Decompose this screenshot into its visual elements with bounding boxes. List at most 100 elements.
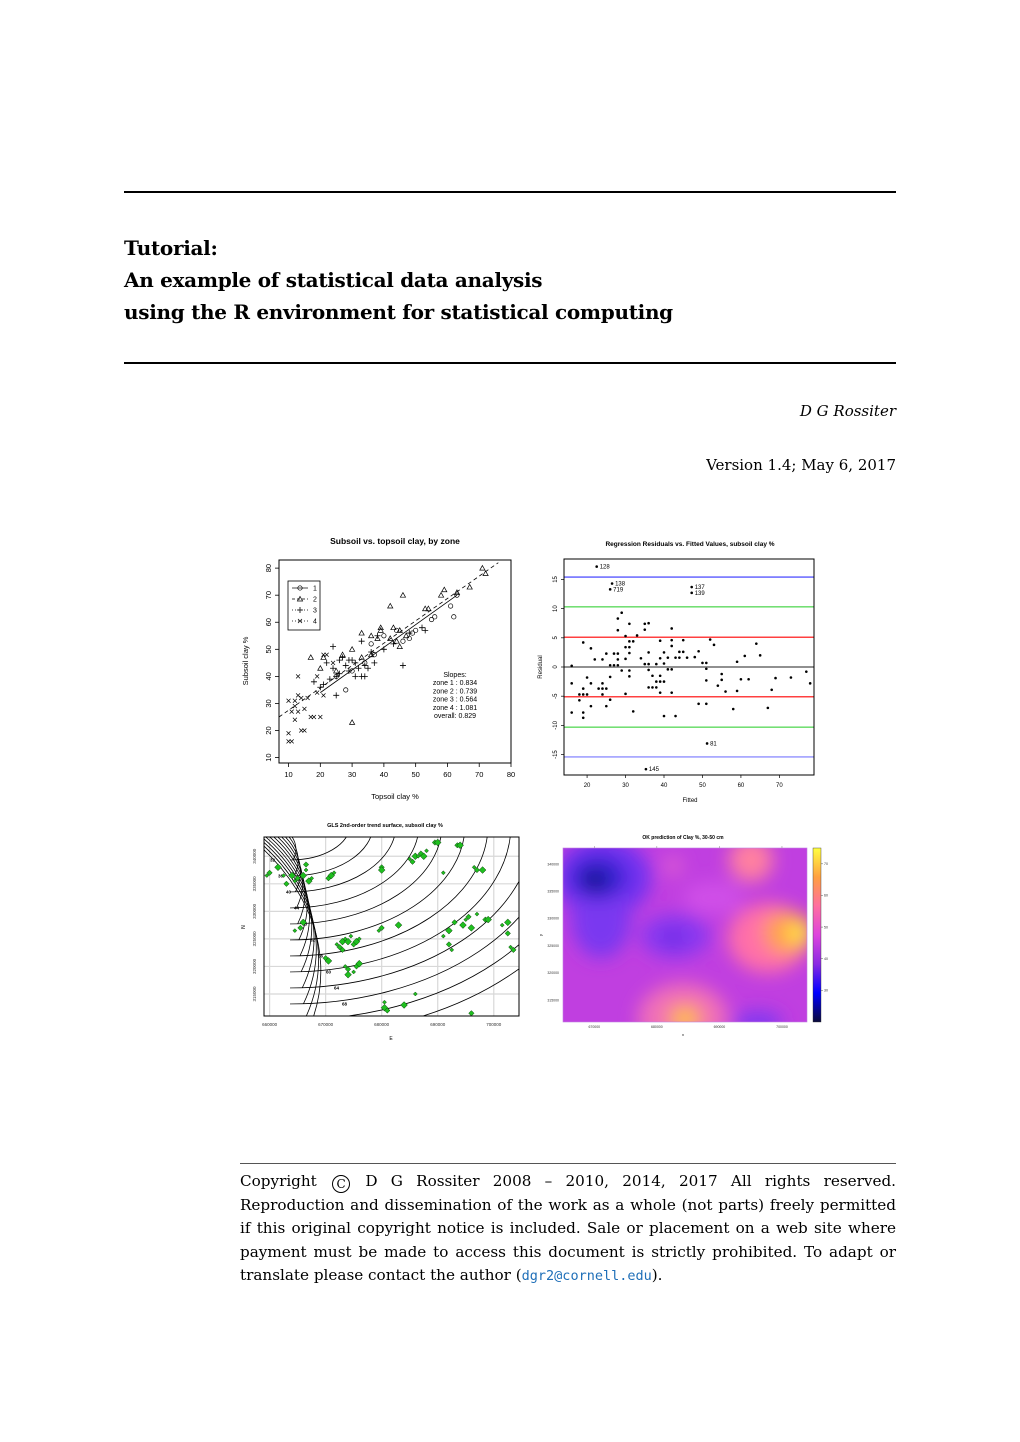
copyright-text-end: ). [651, 1266, 663, 1284]
legend-label: 3 [313, 608, 317, 615]
point-triangle [348, 719, 356, 725]
slopes-annotation: Slopes: [443, 672, 466, 679]
residual-point [624, 692, 627, 696]
residual-point [578, 698, 581, 702]
mid-region [683, 882, 743, 914]
residual-point [735, 689, 739, 693]
residual-point [678, 650, 681, 654]
point-plus [380, 646, 387, 653]
y-tick-label: 320000 [547, 971, 559, 975]
residual-point [589, 704, 593, 708]
sample-point [499, 922, 505, 928]
residual-point [674, 714, 677, 718]
residual-point [770, 688, 773, 692]
residual-point [593, 658, 597, 661]
residual-point [601, 658, 604, 661]
point-x [324, 652, 329, 657]
residual-point [720, 678, 723, 682]
point-triangle [387, 602, 394, 609]
point-x [330, 660, 336, 666]
residual-point [674, 656, 677, 659]
residual-point [616, 652, 620, 655]
y-tick-label: 20 [264, 726, 273, 734]
low-core [585, 872, 605, 888]
residual-point [624, 645, 627, 649]
point-triangle [387, 635, 394, 641]
residual-point [578, 693, 581, 696]
point-triangle [399, 591, 407, 598]
x-tick-label: 680000 [374, 1022, 390, 1027]
sample-point [504, 918, 512, 927]
residual-point [651, 686, 654, 689]
residual-point [624, 657, 627, 661]
mid-region [664, 857, 682, 875]
residual-point [712, 643, 716, 647]
point-triangle [358, 629, 365, 636]
sample-point [478, 866, 487, 874]
sample-point [440, 933, 446, 939]
residual-point [655, 686, 658, 689]
contour-label: 68 [342, 1002, 348, 1007]
sample-point [274, 863, 282, 872]
y-tick-label: 30 [264, 699, 273, 707]
x-tick-label: 30 [348, 770, 356, 779]
x-axis-label: x [682, 1032, 684, 1037]
y-tick-label: 320000 [252, 958, 257, 974]
contour-label: 60 [326, 970, 332, 975]
y-tick-label: 10 [264, 753, 273, 761]
residual-point [631, 640, 635, 643]
x-tick-label: 670000 [588, 1025, 600, 1029]
contour-label: 40 [286, 890, 292, 895]
copyright-icon: C [332, 1175, 351, 1193]
point-x [314, 690, 320, 695]
version-date: Version 1.4; May 6, 2017 [706, 456, 896, 474]
regression-line [320, 594, 458, 693]
residual-point [662, 714, 666, 718]
residual-point [681, 638, 685, 642]
outlier-label: 145 [649, 767, 660, 773]
y-tick-label: -15 [553, 750, 559, 759]
sample-point [440, 870, 446, 876]
point-plus [422, 627, 429, 634]
x-tick-label: 690000 [714, 1025, 726, 1029]
slopes-annotation: overall: 0.829 [434, 713, 476, 720]
residual-point [670, 644, 673, 648]
x-tick-label: 70 [475, 770, 483, 779]
y-tick-label: 315000 [547, 998, 559, 1002]
sample-point [348, 933, 354, 939]
residual-point [616, 658, 620, 661]
point-plus [371, 659, 378, 666]
y-tick-label: -5 [553, 693, 559, 699]
colorbar-tick-label: 60 [824, 894, 828, 898]
point-triangle [437, 591, 445, 598]
y-tick-label: 70 [264, 591, 273, 599]
residual-point [651, 674, 654, 678]
outlier-point [690, 585, 693, 589]
point-x [292, 717, 298, 722]
residual-point [697, 649, 700, 653]
residual-point [774, 676, 777, 680]
sample-point [412, 991, 418, 997]
residual-point [597, 687, 600, 690]
sample-point [424, 848, 429, 854]
author-email-link[interactable]: dgr2@cornell.edu [522, 1268, 652, 1284]
title-line-1: Tutorial: [124, 236, 218, 260]
outlier-point [705, 742, 709, 745]
x-tick-label: 70 [776, 783, 783, 789]
point-x [295, 674, 301, 679]
y-tick-label: 10 [553, 605, 559, 612]
residual-point [662, 680, 666, 683]
outlier-label: 719 [613, 587, 624, 593]
residual-point [747, 677, 750, 681]
point-x [318, 714, 323, 720]
residual-point [612, 652, 616, 655]
title-line-2: An example of statistical data analysis [124, 268, 543, 292]
point-x [302, 706, 307, 712]
residual-point [616, 617, 620, 620]
residual-point [628, 622, 631, 626]
point-x [292, 703, 298, 709]
contour-line [235, 815, 511, 972]
residual-point [608, 663, 612, 667]
y-axis-label: y [538, 934, 543, 936]
outlier-point [690, 591, 693, 595]
